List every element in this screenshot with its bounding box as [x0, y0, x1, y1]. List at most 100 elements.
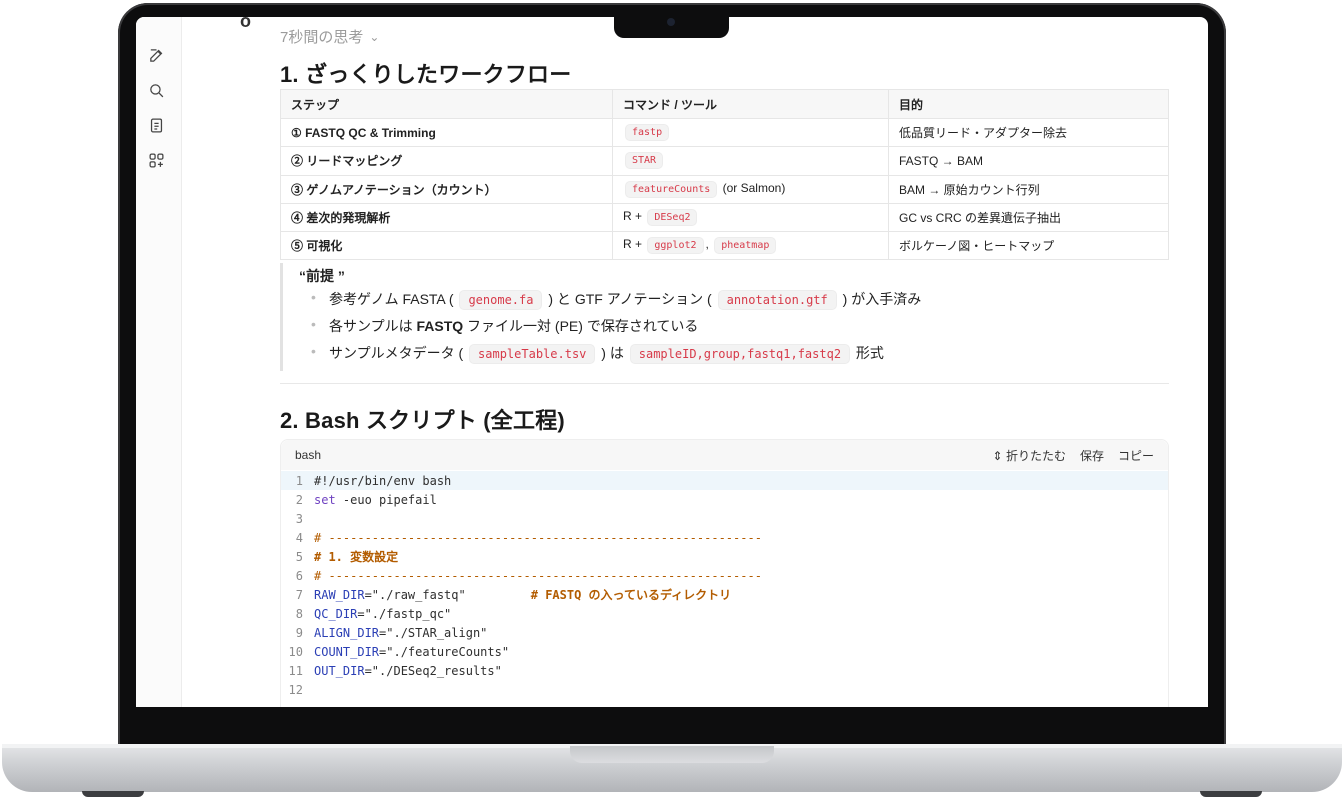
purpose-cell: FASTQ → BAM [888, 146, 1169, 176]
laptop-foot-left [82, 791, 144, 797]
inline-code: fastp [625, 124, 670, 142]
chevron-down-icon: ⌄ [369, 29, 380, 44]
code-text: ="./fastp_qc" [357, 606, 452, 621]
tool-cell: featureCounts (or Salmon) [612, 174, 889, 204]
code-language: bash [295, 448, 322, 462]
thinking-label: 7秒間の思考 [280, 29, 364, 46]
apps-add-icon[interactable] [146, 150, 166, 170]
inline-code: featureCounts [625, 180, 718, 198]
copy-button[interactable]: コピー [1118, 447, 1154, 464]
list-text: ) が入手済み [842, 291, 922, 307]
code-line: 5 # 1. 変数設定 [281, 547, 1168, 566]
code-comment: # 1. 変数設定 [314, 550, 399, 564]
code-line: 4 # -------------------------------------… [281, 528, 1168, 547]
purpose-cell: 低品質リード・アダプター除去 [888, 117, 1169, 148]
list-item: 各サンプルは FASTQ ファイル一対 (PE) で保存されている [299, 316, 921, 343]
laptop-opening-notch [570, 746, 774, 763]
step-cell: ② リードマッピング [280, 146, 613, 176]
column-header: 目的 [888, 89, 1169, 119]
purpose-cell: GC vs CRC の差異遺伝子抽出 [888, 202, 1169, 233]
premise-blockquote: “前提 ” 参考ゲノム FASTA ( genome.fa ) と GTF アノ… [280, 263, 1169, 371]
code-line: 10 COUNT_DIR ="./featureCounts" [281, 642, 1168, 661]
purpose-cell: BAM → 原始カウント行列 [888, 174, 1169, 204]
list-text: ) と GTF アノテーション ( [548, 291, 712, 307]
table-row: ⑤ 可視化 R + ggplot2, pheatmap ボルケーノ図・ヒートマッ… [280, 231, 1169, 261]
table-row: ④ 差次的発現解析 R + DESeq2 GC vs CRC の差異遺伝子抽出 [280, 202, 1169, 233]
step-cell: ⑤ 可視化 [280, 231, 613, 261]
code-line: 12 [281, 680, 1168, 699]
laptop-foot-right [1200, 791, 1262, 797]
code-text: ="./raw_fastq" [364, 587, 466, 602]
list-item: 参考ゲノム FASTA ( genome.fa ) と GTF アノテーション … [299, 289, 921, 316]
code-line: 2 set -euo pipefail [281, 490, 1168, 509]
edit-icon[interactable] [146, 45, 166, 65]
step-cell: ③ ゲノムアノテーション（カウント） [280, 174, 613, 204]
line-number: 1 [295, 473, 303, 488]
step-cell: ① FASTQ QC & Trimming [280, 117, 613, 148]
list-text: 参考ゲノム FASTA ( [329, 291, 454, 307]
line-number: 7 [295, 587, 303, 602]
code-block: bash ⇕ 折りたたむ 保存 コピー 1 #!/usr/bin/env bash… [280, 439, 1169, 707]
code-line: 9 ALIGN_DIR ="./STAR_align" [281, 623, 1168, 642]
list-text: 各サンプルは [329, 318, 417, 334]
code-keyword: set [314, 492, 336, 507]
code-line: 1 #!/usr/bin/env bash [281, 471, 1168, 490]
thinking-toggle[interactable]: 7秒間の思考 ⌄ [280, 26, 379, 47]
fold-button[interactable]: ⇕ 折りたたむ [993, 447, 1066, 464]
table-row: ③ ゲノムアノテーション（カウント） featureCounts (or Sal… [280, 174, 1169, 204]
camera-notch [614, 10, 729, 38]
document-icon[interactable] [146, 115, 166, 135]
code-line: 3 [281, 509, 1168, 528]
section-heading: 1. ざっくりしたワークフロー [280, 62, 572, 87]
line-number: 4 [295, 530, 303, 545]
inline-code: ggplot2 [647, 237, 704, 255]
tool-cell: STAR [612, 146, 889, 176]
line-number: 3 [295, 511, 303, 526]
sidebar [136, 17, 182, 707]
fold-label: 折りたたむ [1005, 448, 1066, 463]
column-header: ステップ [280, 89, 613, 119]
code-line: 6 # -------------------------------------… [281, 566, 1168, 585]
list-text: サンプルメタデータ ( [329, 345, 464, 361]
expand-collapse-icon: ⇕ [992, 448, 1003, 463]
workflow-table: ステップ コマンド / ツール 目的 ① FASTQ QC & Trimming… [280, 89, 1169, 261]
list-text: ファイル一対 (PE) で保存されている [463, 318, 699, 334]
line-number: 8 [295, 606, 303, 621]
code-text: ="./STAR_align" [379, 625, 488, 640]
code-actions: ⇕ 折りたたむ 保存 コピー [993, 447, 1154, 464]
code-line: 7 RAW_DIR ="./raw_fastq" # FASTQ の入っているディレ… [281, 585, 1168, 604]
search-icon[interactable] [146, 80, 166, 100]
code-variable: OUT_DIR [314, 663, 365, 678]
line-number: 9 [295, 625, 303, 640]
code-text: -euo pipefail [335, 492, 437, 507]
inline-code: DESeq2 [647, 209, 698, 227]
section-heading: 2. Bash スクリプト (全工程) [280, 408, 565, 433]
app-logo: o [240, 17, 251, 31]
code-text: ="./DESeq2_results" [364, 663, 502, 678]
code-variable: COUNT_DIR [314, 644, 380, 659]
code-variable: ALIGN_DIR [314, 625, 380, 640]
divider [280, 383, 1169, 384]
inline-code: pheatmap [714, 237, 777, 255]
column-header: コマンド / ツール [612, 89, 889, 119]
line-number: 11 [288, 663, 303, 678]
line-number: 2 [295, 492, 303, 507]
tool-cell: R + ggplot2, pheatmap [612, 231, 889, 261]
tool-cell: R + DESeq2 [612, 202, 889, 233]
inline-code: sampleID,group,fastq1,fastq2 [629, 344, 851, 364]
tool-note: (or Salmon) [722, 180, 786, 195]
code-body[interactable]: 1 #!/usr/bin/env bash 2 set -euo pipefail … [281, 470, 1168, 699]
premise-list: 参考ゲノム FASTA ( genome.fa ) と GTF アノテーション … [299, 289, 921, 370]
inline-code: sampleTable.tsv [469, 344, 596, 364]
code-variable: RAW_DIR [314, 587, 365, 602]
tool-prefix: R + [623, 209, 643, 224]
line-number: 10 [288, 644, 303, 659]
code-text: ="./featureCounts" [379, 644, 510, 659]
code-text: #!/usr/bin/env bash [314, 473, 452, 488]
list-text: ) は [601, 345, 624, 361]
tool-prefix: R + [623, 237, 643, 252]
save-button[interactable]: 保存 [1080, 447, 1104, 464]
line-number: 12 [288, 682, 303, 697]
camera-icon [667, 18, 675, 26]
table-header-row: ステップ コマンド / ツール 目的 [280, 89, 1169, 119]
